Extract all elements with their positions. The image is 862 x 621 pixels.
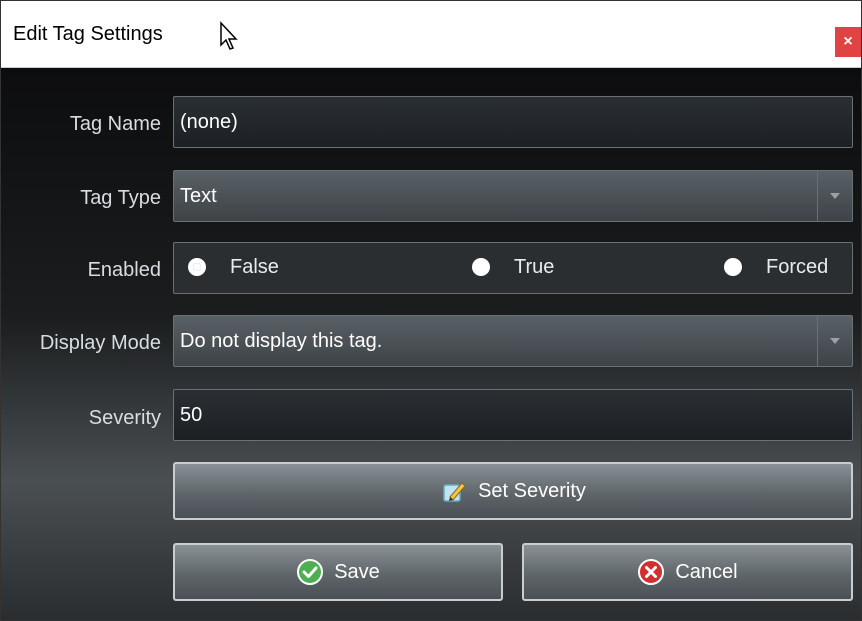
save-label: Save — [334, 560, 380, 583]
display-mode-value: Do not display this tag. — [180, 330, 383, 352]
close-button[interactable]: × — [835, 27, 861, 57]
tag-name-label: Tag Name — [69, 113, 161, 135]
display-mode-select[interactable]: Do not display this tag. — [173, 315, 853, 367]
tag-name-value: (none) — [180, 111, 238, 133]
radio-true[interactable] — [472, 258, 490, 276]
radio-false[interactable] — [188, 258, 206, 276]
cancel-x-icon — [638, 559, 665, 585]
title-bar: Edit Tag Settings × — [1, 1, 861, 68]
chevron-down-icon[interactable] — [817, 316, 852, 366]
set-severity-label: Set Severity — [478, 479, 586, 502]
radio-true-label[interactable]: True — [514, 256, 554, 279]
checkmark-icon — [297, 559, 324, 585]
tag-name-input[interactable]: (none) — [173, 96, 853, 148]
severity-input[interactable]: 50 — [173, 389, 853, 441]
chevron-down-icon[interactable] — [817, 171, 852, 221]
window-title: Edit Tag Settings — [13, 23, 163, 45]
radio-forced-label[interactable]: Forced — [766, 256, 828, 279]
tag-type-label: Tag Type — [80, 187, 161, 209]
enabled-label: Enabled — [87, 259, 161, 281]
tag-type-select[interactable]: Text — [173, 170, 853, 222]
severity-value: 50 — [180, 404, 203, 426]
cancel-label: Cancel — [675, 560, 738, 583]
enabled-radio-group: False True Forced — [173, 242, 853, 294]
tag-type-value: Text — [180, 185, 217, 207]
cancel-button[interactable]: Cancel — [522, 543, 853, 601]
set-severity-button[interactable]: Set Severity — [173, 462, 853, 520]
radio-false-label[interactable]: False — [230, 256, 279, 279]
display-mode-label: Display Mode — [39, 332, 161, 354]
mouse-cursor-icon — [220, 21, 238, 50]
radio-forced[interactable] — [724, 258, 742, 276]
save-button[interactable]: Save — [173, 543, 503, 601]
severity-label: Severity — [88, 407, 161, 429]
pencil-edit-icon — [443, 482, 466, 502]
edit-tag-settings-window: Edit Tag Settings × Tag Name (none) Tag … — [0, 0, 862, 621]
settings-body: Tag Name (none) Tag Type Text Enabled Fa… — [1, 68, 861, 620]
